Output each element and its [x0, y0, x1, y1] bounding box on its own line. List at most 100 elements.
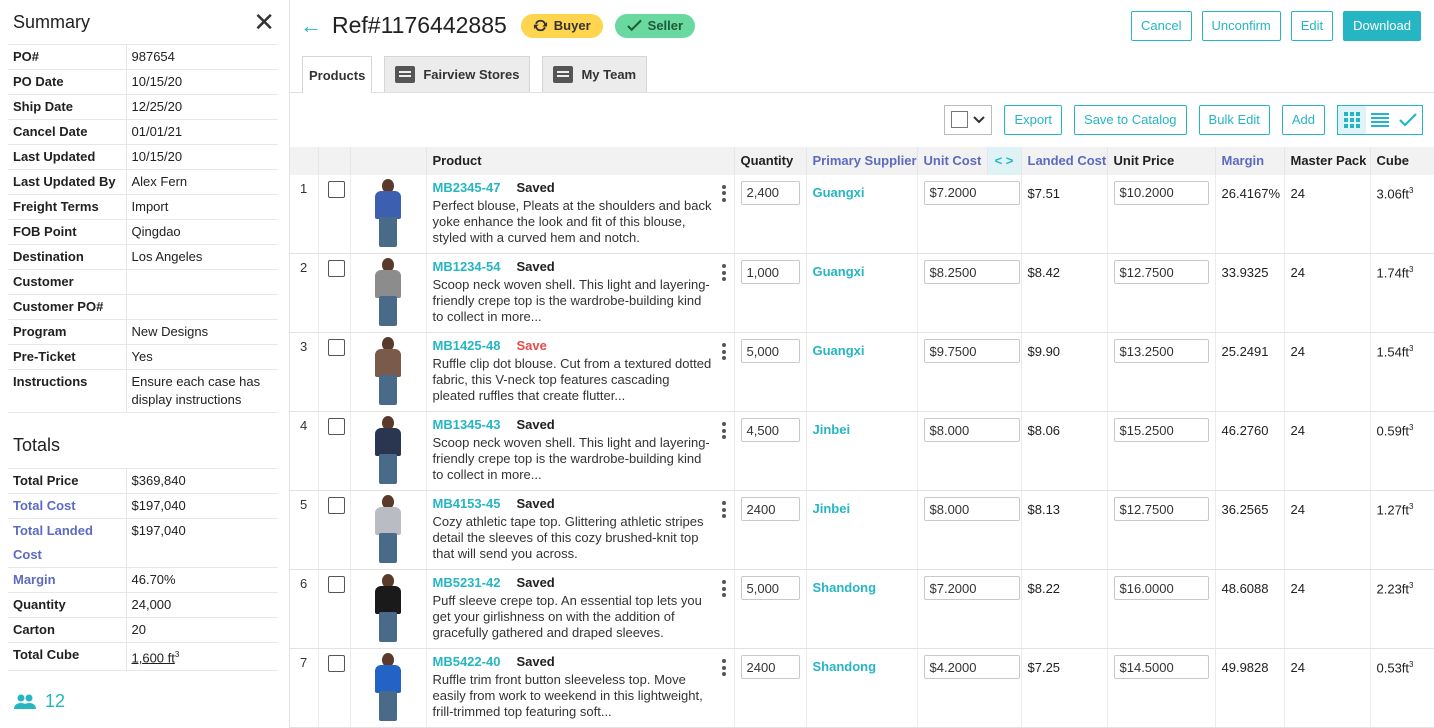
product-sku-link[interactable]: MB2345-47 [433, 180, 501, 195]
unit-cost-input[interactable]: $7.2000 [923, 180, 1020, 205]
tab-products[interactable]: Products [302, 56, 373, 94]
row-checkbox[interactable] [327, 339, 345, 356]
more-options-icon[interactable] [721, 422, 726, 442]
more-options-icon[interactable] [721, 264, 726, 284]
unit-cost-input[interactable]: $7.2000 [923, 576, 1020, 600]
col-product[interactable]: Product [426, 146, 735, 175]
more-options-icon[interactable] [721, 501, 726, 521]
more-options-icon[interactable] [721, 580, 726, 600]
row-checkbox[interactable] [327, 260, 345, 277]
select-all-dropdown[interactable] [944, 104, 993, 135]
row-checkbox[interactable] [327, 180, 345, 198]
save-status: Saved [516, 575, 555, 590]
quantity-input[interactable]: 5,000 [740, 576, 800, 600]
grid-view-icon[interactable] [1338, 105, 1366, 134]
table-row: 7 MB5422-40 Saved Ruffle trim front butt… [290, 648, 1434, 728]
unit-cost-input[interactable]: $8.000 [923, 418, 1020, 442]
summary-row: FOB Point Qingdao [8, 219, 278, 245]
tab-fairview-stores[interactable]: Fairview Stores [384, 56, 531, 93]
list-view-icon[interactable] [1366, 106, 1394, 134]
row-checkbox[interactable] [327, 418, 345, 435]
quantity-input[interactable]: 2400 [740, 655, 800, 679]
col-unit-cost[interactable]: Unit Cost [917, 146, 988, 175]
row-checkbox[interactable] [327, 655, 345, 672]
team-members-link[interactable]: 12 [8, 671, 277, 712]
product-thumbnail[interactable] [364, 416, 412, 484]
quantity-cell: 5,000 [734, 569, 807, 649]
col-quantity[interactable]: Quantity [734, 146, 807, 175]
quantity-input[interactable]: 2400 [740, 497, 800, 521]
supplier-link[interactable]: Shandong [813, 659, 911, 674]
product-sku-link[interactable]: MB1425-48 [433, 339, 501, 353]
row-index: 5 [290, 490, 319, 570]
product-thumbnail[interactable] [364, 495, 412, 563]
unit-cost-input[interactable]: $8.000 [923, 497, 1020, 521]
product-thumbnail[interactable] [364, 653, 412, 721]
unit-price-input[interactable]: $16.0000 [1113, 576, 1209, 600]
unit-price-input[interactable]: $13.2500 [1113, 339, 1209, 363]
more-options-icon[interactable] [721, 184, 726, 205]
col-landed-cost[interactable]: Landed Cost [1021, 146, 1108, 175]
save-to-catalog-button[interactable]: Save to Catalog [1074, 104, 1187, 135]
export-button[interactable]: Export [1004, 104, 1063, 135]
quantity-input[interactable]: 1,000 [740, 260, 800, 284]
col-margin[interactable]: Margin [1215, 146, 1285, 175]
close-icon[interactable]: ✕ [253, 9, 275, 35]
save-status[interactable]: Save [516, 339, 546, 353]
col-unit-price[interactable]: Unit Price [1107, 146, 1216, 175]
summary-table: PO# 987654 PO Date 10/15/20 Ship Date 12… [8, 44, 278, 413]
quantity-input[interactable]: 5,000 [740, 339, 800, 363]
edit-button[interactable]: Edit [1290, 10, 1334, 41]
total-cube-value[interactable]: 1,600 ft3 [126, 641, 278, 672]
product-thumbnail[interactable] [364, 258, 412, 326]
quantity-input[interactable]: 2,400 [740, 180, 800, 205]
unit-price-input[interactable]: $12.7500 [1113, 260, 1209, 284]
product-sku-link[interactable]: MB5422-40 [433, 655, 501, 669]
col-cube[interactable]: Cube [1370, 146, 1434, 175]
totals-label[interactable]: Total Cost [8, 493, 127, 519]
product-sku-link[interactable]: MB1234-54 [433, 260, 501, 274]
tab-my-team[interactable]: My Team [542, 56, 648, 93]
download-button[interactable]: Download [1343, 10, 1421, 41]
unit-cost-input[interactable]: $9.7500 [923, 339, 1020, 363]
checklist-view-icon[interactable] [1394, 106, 1422, 134]
unit-cost-input[interactable]: $4.2000 [923, 655, 1020, 679]
summary-value: Yes [126, 344, 278, 370]
unit-cost-input[interactable]: $8.2500 [923, 260, 1020, 284]
unit-price-input[interactable]: $14.5000 [1113, 655, 1209, 679]
unit-price-input[interactable]: $10.2000 [1113, 180, 1209, 205]
row-checkbox[interactable] [327, 576, 345, 593]
supplier-link[interactable]: Jinbei [813, 422, 911, 437]
totals-row: Total Cube 1,600 ft3 [8, 641, 278, 672]
more-options-icon[interactable] [721, 659, 726, 679]
seller-badge: Seller [614, 13, 696, 38]
add-button[interactable]: Add [1281, 104, 1325, 135]
unit-price-input[interactable]: $15.2500 [1113, 418, 1209, 442]
product-thumbnail[interactable] [364, 574, 412, 642]
back-arrow-icon[interactable]: ← [300, 13, 322, 39]
product-sku-link[interactable]: MB4153-45 [433, 497, 501, 511]
col-master-pack[interactable]: Master Pack [1284, 146, 1371, 175]
product-sku-link[interactable]: MB5231-42 [433, 576, 501, 590]
supplier-link[interactable]: Shandong [813, 580, 911, 595]
col-primary-supplier[interactable]: Primary Supplier [806, 146, 918, 175]
more-options-icon[interactable] [721, 343, 726, 363]
totals-label[interactable]: Margin [8, 567, 127, 593]
product-sku-link[interactable]: MB1345-43 [433, 418, 501, 432]
supplier-link[interactable]: Guangxi [813, 185, 911, 200]
bulk-edit-button[interactable]: Bulk Edit [1198, 104, 1270, 135]
cancel-button[interactable]: Cancel [1131, 10, 1192, 41]
totals-label[interactable]: Total Landed Cost [8, 518, 127, 568]
product-thumbnail[interactable] [364, 337, 412, 405]
expand-columns-icon[interactable]: < > [987, 146, 1022, 175]
unconfirm-button[interactable]: Unconfirm [1201, 10, 1281, 41]
quantity-input[interactable]: 4,500 [740, 418, 800, 442]
summary-row: Program New Designs [8, 319, 278, 345]
supplier-link[interactable]: Jinbei [813, 501, 911, 516]
supplier-link[interactable]: Guangxi [813, 343, 911, 358]
select-all-checkbox[interactable] [951, 111, 969, 129]
row-checkbox[interactable] [327, 497, 345, 514]
supplier-link[interactable]: Guangxi [813, 264, 911, 279]
product-thumbnail[interactable] [364, 178, 412, 247]
unit-price-input[interactable]: $12.7500 [1113, 497, 1209, 521]
